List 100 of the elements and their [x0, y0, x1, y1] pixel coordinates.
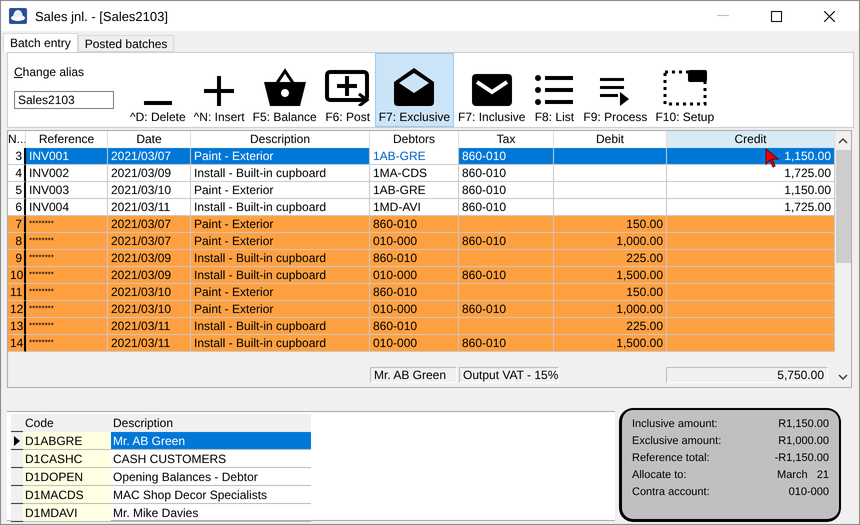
table-cell: 150.00 — [626, 285, 663, 299]
row-header[interactable] — [11, 450, 23, 468]
table-cell: 7 — [15, 217, 22, 231]
table-cell: 2021/03/07 — [111, 217, 172, 231]
table-cell[interactable]: Mr. Mike Davies — [111, 504, 311, 522]
table-cell: INV003 — [29, 183, 70, 197]
table-row[interactable]: 14 ******** 2021/03/11 Install - Built-in cupboard 010-000 860-010 1,500.00 — [8, 335, 835, 352]
row-header[interactable] — [11, 504, 23, 522]
maximize-icon[interactable] — [771, 10, 782, 22]
table-row[interactable]: 3 INV001 2021/03/07 Paint - Exterior 1AB-GRE 860-010 1,150.00 — [8, 148, 835, 165]
table-row[interactable]: 8 ******** 2021/03/07 Paint - Exterior 010-000 860-010 1,000.00 — [8, 233, 835, 250]
row-header[interactable] — [11, 432, 23, 450]
scroll-down-icon[interactable] — [838, 374, 848, 381]
toolbar-button[interactable]: F7: Inclusive — [454, 53, 530, 127]
table-row[interactable]: 6 INV004 2021/03/11 Install - Built-in cupboard 1MD-AVI 860-010 1,725.00 — [8, 199, 835, 216]
row-header[interactable] — [11, 468, 23, 486]
table-cell: ******** — [29, 219, 54, 228]
column-header: Description — [112, 415, 174, 432]
column-header[interactable]: Credit — [667, 131, 835, 148]
table-cell[interactable]: D1CASHC — [23, 450, 111, 468]
toolbar-button[interactable]: ^D: Delete — [126, 53, 190, 127]
debtor-name: Mr. AB Green — [370, 367, 457, 383]
alias-field[interactable]: Sales2103 — [14, 91, 114, 109]
table-cell: Paint - Exterior — [194, 183, 274, 197]
table-cell: 860-010 — [462, 149, 506, 163]
table-cell: ******** — [29, 304, 54, 313]
table-cell: 1,725.00 — [784, 166, 831, 180]
toolbar-button[interactable]: F9: Process — [579, 53, 652, 127]
scroll-up-icon[interactable] — [838, 137, 848, 144]
table-cell: 2021/03/09 — [111, 166, 172, 180]
table-cell[interactable]: Opening Balances - Debtor — [111, 468, 311, 486]
info-label: Reference total: — [632, 452, 710, 464]
table-cell: 860-010 — [462, 166, 506, 180]
table-cell: 10 — [10, 268, 24, 282]
table-cell: 13 — [10, 319, 24, 333]
table-cell: ******** — [29, 253, 54, 262]
table-cell[interactable]: Mr. AB Green — [111, 432, 311, 450]
open-envelope-icon — [394, 68, 434, 106]
scrollbar-thumb[interactable] — [836, 150, 850, 263]
table-cell: ******** — [29, 321, 54, 330]
table-cell: 860-010 — [373, 251, 418, 265]
toolbar-button[interactable]: F5: Balance — [248, 53, 321, 127]
table-cell[interactable]: D1ABGRE — [23, 432, 111, 450]
table-row[interactable]: 4 INV002 2021/03/09 Install - Built-in cupboard 1MA-CDS 860-010 1,725.00 — [8, 165, 835, 182]
table-row[interactable]: 12 ******** 2021/03/10 Paint - Exterior 010-000 860-010 1,000.00 — [8, 301, 835, 318]
table-row[interactable]: 10 ******** 2021/03/09 Install - Built-in cupboard 010-000 860-010 1,500.00 — [8, 267, 835, 284]
table-cell: Paint - Exterior — [194, 285, 274, 299]
table-cell: 1,000.00 — [616, 234, 663, 248]
table-row[interactable]: 13 ******** 2021/03/11 Install - Built-in cupboard 860-010 225.00 — [8, 318, 835, 335]
window-title: Sales jnl. - [Sales2103] — [35, 8, 168, 24]
info-label: Contra account: — [632, 486, 710, 498]
table-cell[interactable]: MAC Shop Decor Specialists — [111, 486, 311, 504]
table-cell: Install - Built-in cupboard — [194, 268, 326, 282]
table-cell[interactable]: D1MDAVI — [23, 504, 111, 522]
credit-total: 5,750.00 — [666, 367, 828, 383]
table-cell: 9 — [15, 251, 22, 265]
table-cell: 1MD-AVI — [373, 200, 421, 214]
table-cell: ******** — [29, 236, 54, 245]
table-cell: 860-010 — [462, 268, 506, 282]
info-value: R1,000.00 — [778, 435, 829, 447]
info-label: Allocate to: — [632, 469, 686, 481]
table-cell: Install - Built-in cupboard — [194, 336, 326, 350]
tab[interactable]: Batch entry — [3, 33, 78, 52]
toolbar-button[interactable]: ^N: Insert — [190, 53, 249, 127]
plus-icon — [204, 76, 234, 106]
table-cell: 2021/03/11 — [111, 319, 170, 333]
close-icon[interactable] — [824, 10, 835, 22]
table-cell: 3 — [15, 149, 22, 163]
toolbar-button[interactable]: F6: Post — [320, 53, 375, 127]
table-row[interactable]: 7 ******** 2021/03/07 Paint - Exterior 860-010 150.00 — [8, 216, 835, 233]
row-header[interactable] — [11, 486, 23, 504]
table-cell: 2021/03/11 — [111, 200, 170, 214]
table-cell[interactable]: CASH CUSTOMERS — [111, 450, 311, 468]
table-cell: 860-010 — [462, 200, 506, 214]
table-cell[interactable]: D1DOPEN — [23, 468, 111, 486]
table-cell: INV001 — [29, 149, 70, 163]
table-cell: 010-000 — [373, 268, 418, 282]
mouse-cursor-icon — [765, 148, 779, 168]
table-cell: INV004 — [29, 200, 70, 214]
tab[interactable]: Posted batches — [78, 35, 174, 52]
table-cell: Install - Built-in cupboard — [194, 200, 326, 214]
table-row[interactable]: 5 INV003 2021/03/10 Paint - Exterior 1AB-GRE 860-010 1,150.00 — [8, 182, 835, 199]
toolbar-button[interactable]: F8: List — [529, 53, 580, 127]
info-label: Inclusive amount: — [632, 418, 718, 430]
toolbar-button[interactable]: F7: Exclusive — [374, 53, 454, 127]
info-value: R1,150.00 — [778, 418, 829, 430]
table-row[interactable]: 9 ******** 2021/03/09 Install - Built-in cupboard 860-010 225.00 — [8, 250, 835, 267]
table-cell: 2021/03/11 — [111, 336, 170, 350]
table-cell: ******** — [29, 287, 54, 296]
table-cell: 860-010 — [462, 336, 506, 350]
minus-icon — [144, 100, 172, 106]
table-cell: 2021/03/10 — [111, 302, 172, 316]
table-cell[interactable]: D1MACDS — [23, 486, 111, 504]
table-cell: INV002 — [29, 166, 70, 180]
table-cell: Paint - Exterior — [194, 217, 274, 231]
toolbar-button[interactable]: F10: Setup — [651, 53, 718, 127]
table-cell: 2021/03/07 — [111, 234, 172, 248]
table-cell: 12 — [10, 302, 24, 316]
table-row[interactable]: 11 ******** 2021/03/10 Paint - Exterior 860-010 150.00 — [8, 284, 835, 301]
table-cell: 8 — [15, 234, 22, 248]
